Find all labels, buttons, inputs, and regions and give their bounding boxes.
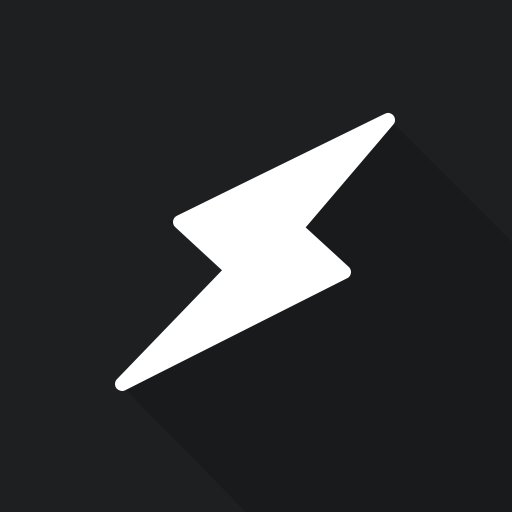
app-icon-tile <box>0 0 512 512</box>
lightning-bolt-icon <box>115 113 512 512</box>
